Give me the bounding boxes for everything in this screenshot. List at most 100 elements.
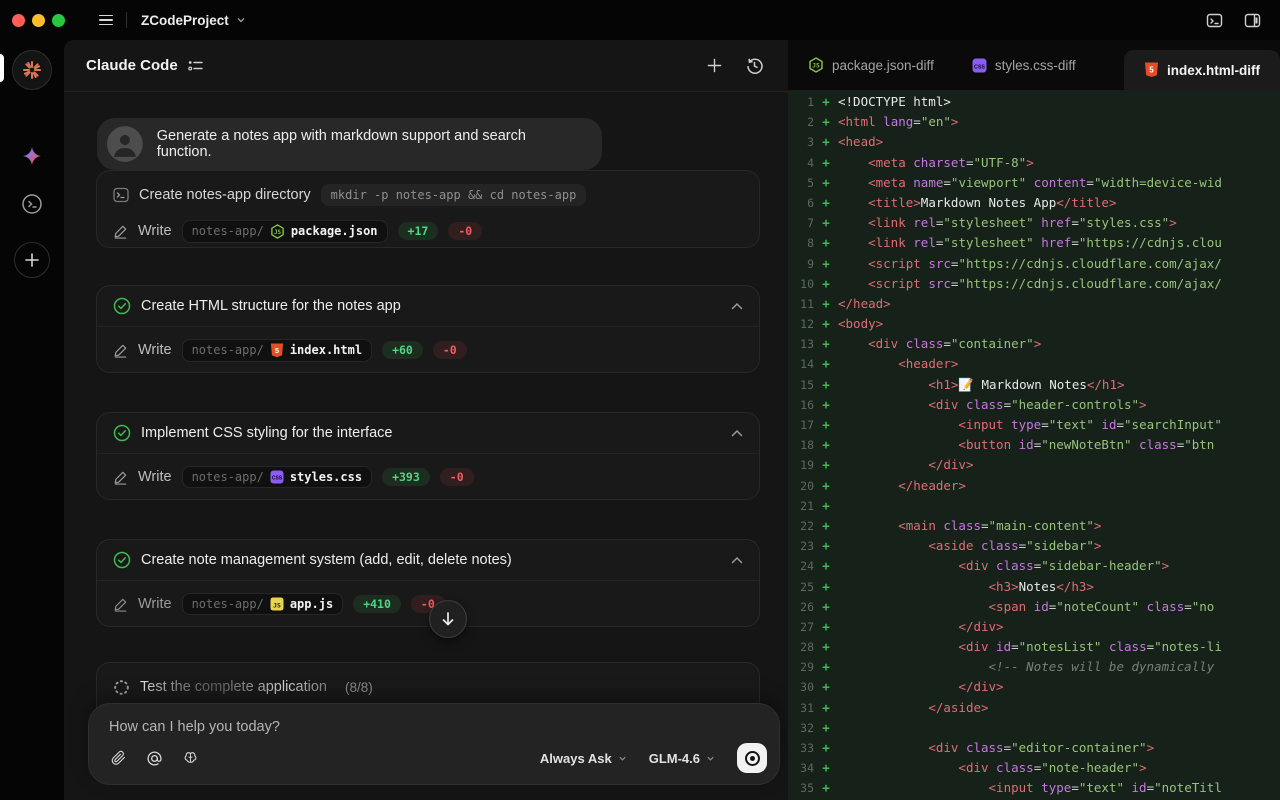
window-close-button[interactable] xyxy=(12,14,25,27)
file-path: notes-app/ xyxy=(192,470,264,484)
terminal-step-row[interactable]: Create notes-app directory mkdir -p note… xyxy=(97,171,759,211)
diff-code[interactable]: 1+<!DOCTYPE html>2+<html lang="en">3+<he… xyxy=(788,90,1280,800)
chevron-up-icon[interactable] xyxy=(731,302,743,310)
task-card-header[interactable]: Implement CSS styling for the interface xyxy=(97,413,759,453)
file-chip[interactable]: notes-app/ JS package.json xyxy=(182,220,388,243)
terminal-toggle-button[interactable] xyxy=(1202,8,1226,32)
code-line: 15+ <h1>📝 Markdown Notes</h1> xyxy=(788,375,1280,395)
rail-add-button[interactable] xyxy=(14,242,50,278)
hamburger-menu-button[interactable] xyxy=(94,8,118,32)
task-title: Create note management system (add, edit… xyxy=(141,552,721,568)
gemini-sparkle-icon xyxy=(21,145,43,167)
titlebar: ZCodeProject xyxy=(0,0,1280,40)
css-icon: CSS xyxy=(972,58,987,73)
write-step-row[interactable]: Write notes-app/ JS package.json +17 -0 xyxy=(97,211,759,251)
model-value: GLM-4.6 xyxy=(649,751,700,766)
write-step-row[interactable]: Write notes-app/ JS app.js +410 -0 xyxy=(97,581,759,627)
command-chip[interactable]: mkdir -p notes-app && cd notes-app xyxy=(321,184,587,206)
code-line: 19+ </div> xyxy=(788,455,1280,475)
lines-added-badge: +393 xyxy=(382,468,430,486)
model-select[interactable]: GLM-4.6 xyxy=(649,751,715,766)
plus-icon xyxy=(707,58,722,73)
code-line: 24+ <div class="sidebar-header"> xyxy=(788,556,1280,576)
tab-label: styles.css-diff xyxy=(995,58,1076,73)
svg-text:JS: JS xyxy=(274,229,281,235)
tab-styles-css-diff[interactable]: CSS styles.css-diff xyxy=(960,40,1088,90)
project-switcher[interactable]: ZCodeProject xyxy=(141,13,246,28)
code-line: 12+<body> xyxy=(788,314,1280,334)
code-line: 21+ xyxy=(788,496,1280,516)
file-chip[interactable]: notes-app/ CSS styles.css xyxy=(182,466,373,488)
code-line: 34+ <div class="note-header"> xyxy=(788,758,1280,778)
code-line: 29+ <!-- Notes will be dynamically xyxy=(788,657,1280,677)
file-chip[interactable]: notes-app/ JS app.js xyxy=(182,593,344,615)
pencil-icon xyxy=(113,343,128,358)
terminal-icon xyxy=(113,187,129,203)
tab-package-json-diff[interactable]: JS package.json-diff xyxy=(796,40,946,90)
attach-file-button[interactable] xyxy=(107,747,129,769)
rail-item-terminal-session[interactable] xyxy=(14,186,50,222)
code-line: 10+ <script src="https://cdnjs.cloudflar… xyxy=(788,274,1280,294)
chat-input-box[interactable]: How can I help you today? xyxy=(88,703,780,785)
task-card-html: Create HTML structure for the notes app … xyxy=(96,285,760,373)
write-action-label: Write xyxy=(138,596,172,612)
thinking-mode-button[interactable] xyxy=(179,747,201,769)
tab-label: package.json-diff xyxy=(832,58,934,73)
rail-item-gemini[interactable] xyxy=(14,138,50,174)
code-line: 14+ <header> xyxy=(788,354,1280,374)
code-line: 7+ <link rel="stylesheet" href="styles.c… xyxy=(788,213,1280,233)
app-rail xyxy=(0,40,64,800)
stop-generation-button[interactable] xyxy=(737,743,767,773)
task-card-header[interactable]: Create HTML structure for the notes app xyxy=(97,286,759,326)
code-line: 23+ <aside class="sidebar"> xyxy=(788,536,1280,556)
code-line: 11+</head> xyxy=(788,294,1280,314)
task-title: Create HTML structure for the notes app xyxy=(141,298,721,314)
task-card-js: Create note management system (add, edit… xyxy=(96,539,760,627)
file-chip[interactable]: notes-app/ 5 index.html xyxy=(182,339,373,362)
rail-item-claude[interactable] xyxy=(12,50,52,90)
history-icon xyxy=(746,57,763,74)
task-title: Test the complete application xyxy=(140,679,327,695)
check-circle-icon xyxy=(113,424,131,442)
scroll-to-bottom-button[interactable] xyxy=(429,600,467,638)
code-line: 16+ <div class="header-controls"> xyxy=(788,395,1280,415)
write-step-row[interactable]: Write notes-app/ 5 index.html +60 -0 xyxy=(97,327,759,373)
arrow-down-icon xyxy=(440,611,456,627)
file-name: app.js xyxy=(290,597,333,611)
chevron-up-icon[interactable] xyxy=(731,429,743,437)
panel-toggle-button[interactable] xyxy=(1240,8,1264,32)
code-line: 4+ <meta charset="UTF-8"> xyxy=(788,153,1280,173)
permission-mode-select[interactable]: Always Ask xyxy=(540,751,627,766)
pencil-icon xyxy=(113,224,128,239)
window-minimize-button[interactable] xyxy=(32,14,45,27)
editor-tab-bar: JS package.json-diff CSS styles.css-diff… xyxy=(788,40,1280,90)
claude-code-panel: Claude Code xyxy=(64,40,788,800)
chat-scroll-area[interactable]: Generate a notes app with markdown suppo… xyxy=(64,92,788,800)
chat-panel-header: Claude Code xyxy=(64,40,788,92)
lines-added-badge: +17 xyxy=(398,222,439,240)
tab-index-html-diff[interactable]: 5 index.html-diff xyxy=(1124,50,1280,90)
code-line: 8+ <link rel="stylesheet" href="https://… xyxy=(788,233,1280,253)
write-action-label: Write xyxy=(138,342,172,358)
chevron-up-icon[interactable] xyxy=(731,556,743,564)
chevron-down-icon xyxy=(706,754,715,763)
window-zoom-button[interactable] xyxy=(52,14,65,27)
write-step-row[interactable]: Write notes-app/ CSS styles.css +393 -0 xyxy=(97,454,759,500)
new-chat-button[interactable] xyxy=(702,54,726,78)
code-line: 2+<html lang="en"> xyxy=(788,112,1280,132)
file-name: package.json xyxy=(291,224,378,238)
code-line: 30+ </div> xyxy=(788,677,1280,697)
code-line: 13+ <div class="container"> xyxy=(788,334,1280,354)
task-card-header[interactable]: Create note management system (add, edit… xyxy=(97,540,759,580)
svg-text:JS: JS xyxy=(273,601,281,609)
code-line: 22+ <main class="main-content"> xyxy=(788,516,1280,536)
task-card-css: Implement CSS styling for the interface … xyxy=(96,412,760,500)
task-card-setup: Create notes-app directory mkdir -p note… xyxy=(96,170,760,248)
chat-input[interactable]: How can I help you today? xyxy=(109,719,280,735)
lines-removed-badge: -0 xyxy=(448,222,482,240)
code-line: 28+ <div id="notesList" class="notes-li xyxy=(788,637,1280,657)
history-button[interactable] xyxy=(742,54,766,78)
mention-button[interactable] xyxy=(143,747,165,769)
task-list-icon[interactable] xyxy=(188,59,203,72)
titlebar-divider xyxy=(126,12,127,28)
